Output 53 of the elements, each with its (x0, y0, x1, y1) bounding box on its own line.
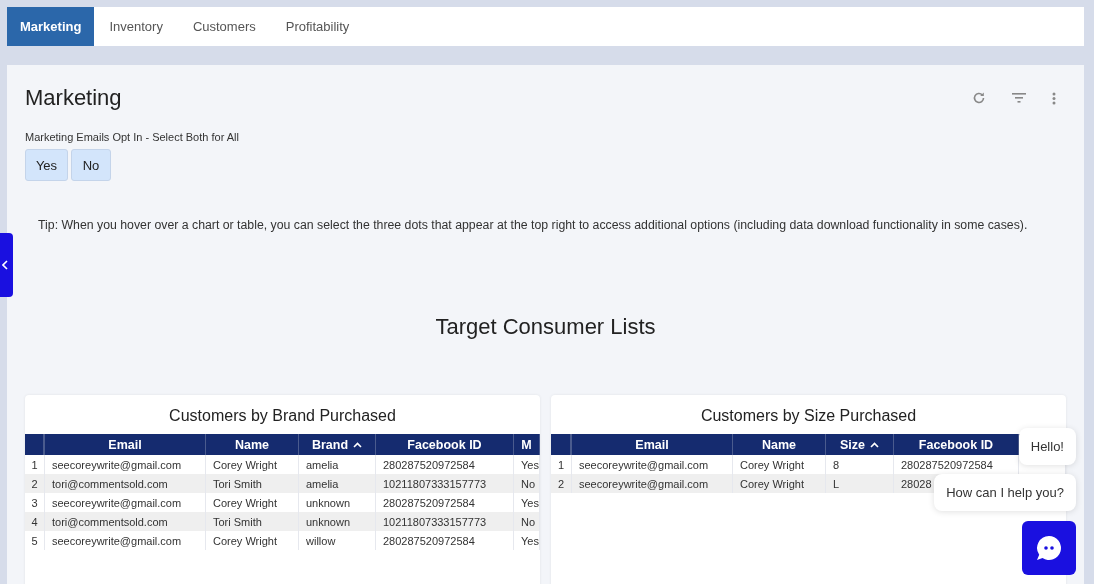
tab[interactable]: Inventory (94, 7, 178, 46)
chat-bubble: How can I help you? (934, 474, 1076, 511)
filter-label: Marketing Emails Opt In - Select Both for All (25, 131, 240, 143)
table-cell: 3 (25, 493, 45, 512)
filter-icon[interactable] (1012, 93, 1026, 103)
filter-option-button[interactable]: No (71, 149, 111, 181)
table-title: Customers by Size Purchased (700, 407, 917, 425)
sort-ascending-icon (870, 441, 879, 448)
column-header[interactable] (25, 434, 45, 455)
sort-ascending-icon (353, 441, 363, 448)
table-cell: seecoreywrite@gmail.com (572, 474, 733, 493)
chat-button[interactable] (1022, 521, 1076, 575)
table-cell: L (826, 474, 894, 493)
table-cell: No (514, 512, 540, 531)
table-cell: 1 (551, 455, 572, 474)
tab[interactable]: Marketing (7, 7, 95, 46)
column-header[interactable]: Email (45, 434, 206, 455)
page-title: Marketing (25, 85, 122, 111)
chevron-left-icon (2, 260, 8, 270)
table-cell: 1 (25, 455, 45, 474)
column-header[interactable]: Email (572, 434, 733, 455)
tab[interactable]: Customers (177, 7, 271, 46)
column-header[interactable]: M (514, 434, 540, 455)
table-cell: amelia (299, 474, 376, 493)
chat-icon (1035, 534, 1063, 562)
table-cell: 4 (25, 512, 45, 531)
table-cell: No (514, 474, 540, 493)
column-header[interactable]: Name (206, 434, 299, 455)
table-cell: unknown (299, 512, 376, 531)
table-cell: 5 (25, 531, 45, 550)
table-cell: tori@commentsold.com (45, 474, 206, 493)
table-cell: 10211807333157773 (376, 474, 514, 493)
column-header[interactable]: Size (826, 434, 894, 455)
refresh-icon[interactable] (972, 91, 986, 105)
chat-bubble: Hello! (1018, 428, 1076, 465)
table-cell: tori@commentsold.com (45, 512, 206, 531)
column-header[interactable]: Facebook ID (894, 434, 1019, 455)
column-header[interactable]: Facebook ID (376, 434, 514, 455)
table-cell: 10211807333157773 (376, 512, 514, 531)
filter-option-button[interactable]: Yes (25, 149, 68, 181)
table-cell: 2 (551, 474, 572, 493)
table-cell: 2 (25, 474, 45, 493)
more-options-icon[interactable] (1052, 91, 1056, 105)
column-header[interactable] (551, 434, 572, 455)
column-header[interactable]: Brand (299, 434, 376, 455)
table-cell: Tori Smith (206, 512, 299, 531)
table-cell: Tori Smith (206, 474, 299, 493)
column-header[interactable]: Name (733, 434, 826, 455)
tab[interactable]: Profitability (270, 7, 365, 46)
section-title: Target Consumer Lists (435, 314, 656, 340)
tip-text: Tip: When you hover over a chart or table, you can select the three dots that appear at the top right to access additional options (including data download functionality in some cases). (37, 218, 1029, 232)
table-title: Customers by Brand Purchased (169, 407, 396, 425)
table-cell: Corey Wright (733, 474, 826, 493)
